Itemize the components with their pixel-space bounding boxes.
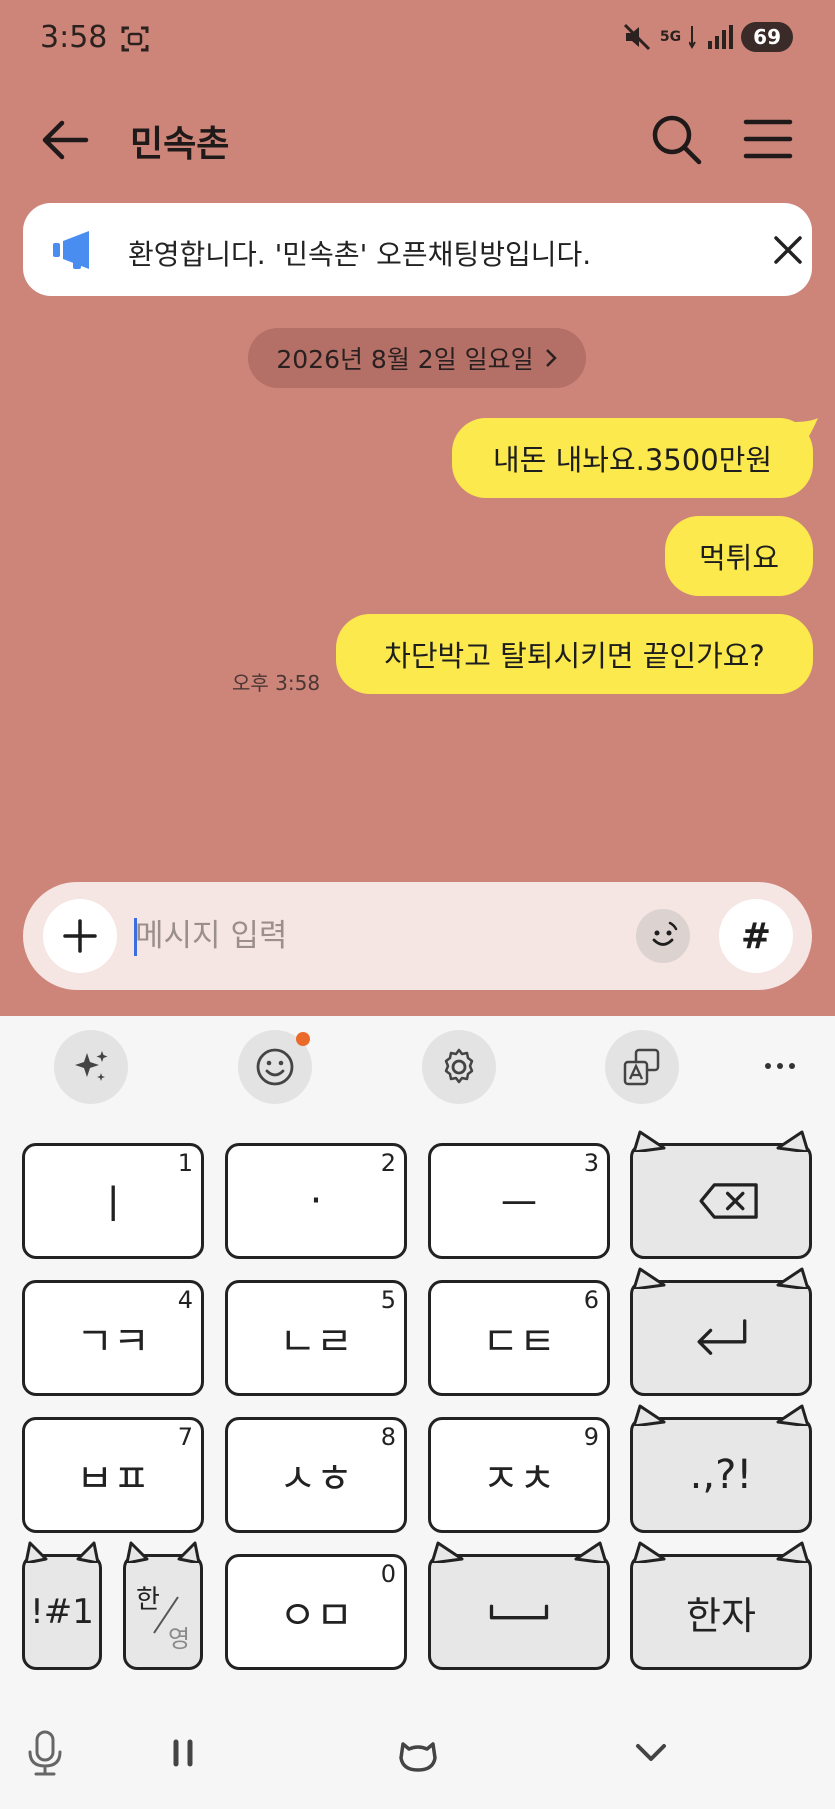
cursor-control-icon[interactable] bbox=[158, 1728, 208, 1778]
status-icons: 5G 69 bbox=[622, 22, 793, 52]
key-1[interactable]: ㅣ 1 bbox=[22, 1143, 204, 1259]
text-caret bbox=[134, 918, 137, 956]
emoticon-icon bbox=[652, 921, 678, 946]
more-icon[interactable] bbox=[755, 1046, 805, 1086]
message-bubble[interactable]: 내돈 내놔요.3500만원 bbox=[452, 418, 813, 498]
search-icon[interactable] bbox=[648, 111, 704, 167]
plus-icon bbox=[63, 919, 97, 953]
status-time: 3:58 bbox=[40, 20, 108, 55]
date-divider[interactable]: 2026년 8월 2일 일요일 bbox=[248, 328, 586, 388]
notice-text: 환영합니다. '민속촌' 오픈채팅방입니다. bbox=[128, 238, 592, 271]
room-title: 민속촌 bbox=[130, 124, 230, 165]
language-switch-key[interactable]: 한 영 bbox=[123, 1541, 203, 1670]
backspace-icon bbox=[699, 1183, 758, 1219]
space-icon bbox=[489, 1604, 549, 1620]
emoji-button[interactable] bbox=[238, 1030, 312, 1104]
key-6[interactable]: ㄷㅌ 6 bbox=[428, 1280, 610, 1396]
chevron-right-icon bbox=[545, 349, 557, 367]
key-5[interactable]: ㄴㄹ 5 bbox=[225, 1280, 407, 1396]
space-key[interactable] bbox=[428, 1541, 610, 1670]
cat-ears bbox=[125, 1541, 201, 1563]
message-time: 오후 3:58 bbox=[232, 671, 321, 695]
sparkle-icon bbox=[75, 1051, 108, 1081]
backspace-key[interactable] bbox=[630, 1130, 812, 1259]
signal-icon bbox=[708, 25, 734, 49]
mute-icon bbox=[623, 23, 650, 51]
punctuation-key[interactable]: .,?! bbox=[630, 1404, 812, 1533]
smiley-icon bbox=[256, 1048, 294, 1086]
hashtag-button[interactable]: # bbox=[719, 899, 793, 973]
notification-dot bbox=[296, 1032, 310, 1046]
screen-record-icon bbox=[121, 26, 149, 52]
back-arrow-icon[interactable] bbox=[38, 113, 92, 167]
ai-tools-button[interactable] bbox=[54, 1030, 128, 1104]
date-label: 2026년 8월 2일 일요일 bbox=[276, 345, 534, 374]
keyboard-settings-button[interactable] bbox=[422, 1030, 496, 1104]
chevron-down-icon[interactable] bbox=[626, 1728, 676, 1778]
enter-icon bbox=[697, 1319, 747, 1355]
menu-icon[interactable] bbox=[740, 111, 796, 167]
key-9[interactable]: ㅈㅊ 9 bbox=[428, 1417, 610, 1533]
key-7[interactable]: ㅂㅍ 7 bbox=[22, 1417, 204, 1533]
cat-theme-icon[interactable] bbox=[393, 1728, 443, 1778]
enter-key[interactable] bbox=[630, 1267, 812, 1396]
battery-level: 69 bbox=[741, 22, 793, 52]
message-input[interactable] bbox=[135, 908, 615, 964]
translate-button[interactable] bbox=[605, 1030, 679, 1104]
network-type: 5G bbox=[659, 29, 682, 45]
hanja-key[interactable]: 한자 bbox=[630, 1541, 812, 1670]
key-0[interactable]: ㅇㅁ 0 bbox=[225, 1554, 407, 1670]
key-8[interactable]: ㅅㅎ 8 bbox=[225, 1417, 407, 1533]
message-bubble[interactable]: 차단박고 탈퇴시키면 끝인가요? bbox=[336, 614, 813, 694]
megaphone-icon bbox=[53, 231, 89, 269]
translate-icon bbox=[623, 1048, 660, 1086]
message-bubble[interactable]: 먹튀요 bbox=[665, 516, 813, 596]
gear-icon bbox=[444, 1048, 474, 1084]
keyboard-bottom-bar bbox=[0, 1700, 835, 1809]
attach-button[interactable] bbox=[43, 899, 117, 973]
data-arrows-icon bbox=[689, 26, 697, 49]
key-3[interactable]: ㅡ 3 bbox=[428, 1143, 610, 1259]
close-icon[interactable] bbox=[768, 230, 808, 270]
symbols-key[interactable]: !#1 bbox=[22, 1541, 102, 1670]
app-bar: 민속촌 bbox=[0, 95, 835, 185]
microphone-icon[interactable] bbox=[20, 1728, 70, 1778]
notice-banner[interactable]: 환영합니다. '민속촌' 오픈채팅방입니다. bbox=[23, 203, 812, 296]
emoticon-button[interactable] bbox=[636, 909, 690, 963]
message-composer: # bbox=[23, 882, 812, 990]
status-bar: 3:58 5G 69 bbox=[0, 0, 835, 78]
key-4[interactable]: ㄱㅋ 4 bbox=[22, 1280, 204, 1396]
bubble-tail bbox=[792, 418, 818, 448]
key-2[interactable]: · 2 bbox=[225, 1143, 407, 1259]
